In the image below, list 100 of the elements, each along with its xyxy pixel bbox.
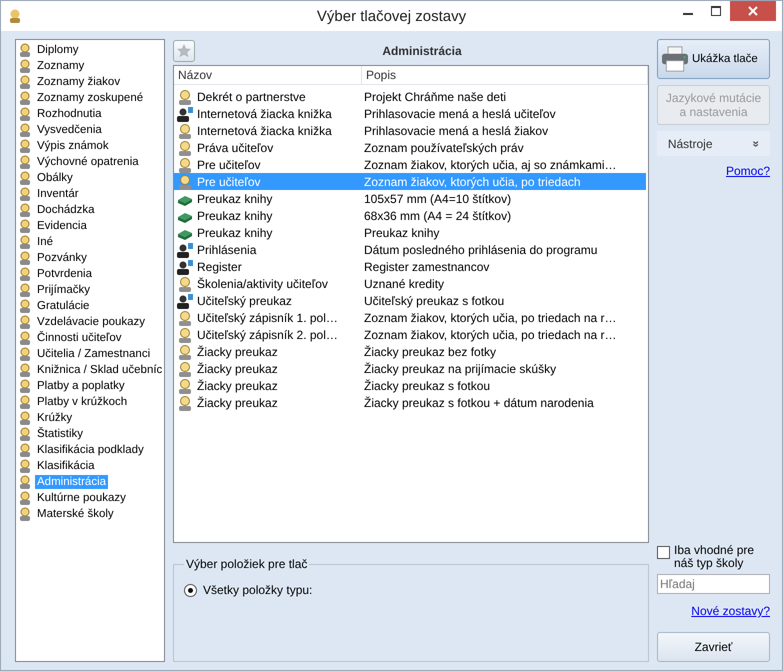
category-item[interactable]: Iné (18, 234, 164, 250)
maximize-icon[interactable] (711, 6, 721, 16)
report-description: Žiacky preukaz na prijímacie skúšky (364, 362, 556, 376)
report-row[interactable]: Preukaz knihy 68x36 mm (A4 = 24 štítkov) (174, 207, 646, 224)
person-icon (177, 326, 193, 342)
category-item[interactable]: Platby v krúžkoch (18, 394, 164, 410)
checkbox[interactable] (657, 546, 670, 559)
report-description: Žiacky preukaz bez fotky (364, 344, 496, 358)
report-description: Žiacky preukaz s fotkou + dátum narodenia (364, 396, 594, 410)
column-header[interactable]: Popis (362, 66, 648, 84)
category-item[interactable]: Klasifikácia (18, 458, 164, 474)
category-item[interactable]: Zoznamy žiakov (18, 74, 164, 90)
report-row[interactable]: Žiacky preukaz Žiacky preukaz na prijímacie skúšky (174, 360, 646, 377)
print-preview-button[interactable]: Ukážka tlače (657, 39, 770, 79)
report-name: Učiteľský zápisník 1. pol… (197, 310, 338, 324)
person-icon (177, 140, 193, 156)
category-item[interactable]: Diplomy (18, 42, 164, 58)
report-name: Žiacky preukaz (197, 396, 278, 410)
category-item[interactable]: Krúžky (18, 410, 164, 426)
radio-label: Všetky položky typu: (203, 583, 312, 597)
radio-button[interactable] (184, 584, 197, 596)
report-row[interactable]: Žiacky preukaz Žiacky preukaz s fotkou + dátum narodenia (174, 394, 646, 411)
category-item[interactable]: Platby a poplatky (18, 378, 164, 394)
category-item[interactable]: Zoznamy (18, 58, 164, 74)
category-item[interactable]: Štatistiky (18, 426, 164, 442)
report-name: Žiacky preukaz (197, 344, 278, 358)
new-reports-link[interactable]: Nové zostavy? (691, 604, 770, 618)
report-row[interactable]: Žiacky preukaz Žiacky preukaz bez fotky (174, 343, 646, 360)
category-item[interactable]: Prijímačky (18, 282, 164, 298)
report-name: Prihlásenia (197, 242, 256, 256)
person-icon (18, 123, 32, 137)
printer-icon (661, 46, 689, 72)
report-description: Zoznam používateľských práv (364, 140, 524, 154)
report-row[interactable]: Učiteľský zápisník 1. pol… Zoznam žiakov, ktorých učia, po triedach na r… (174, 309, 646, 326)
person-icon (18, 267, 32, 281)
category-item[interactable]: Rozhodnutia (18, 106, 164, 122)
report-row[interactable]: Dekrét o partnerstve Projekt Chráňme naše deti (174, 88, 646, 105)
report-row[interactable]: Internetová žiacka knižka Prihlasovacie mená a heslá žiakov (174, 122, 646, 139)
search-field[interactable]: Hľadaj (657, 574, 770, 594)
column-header[interactable]: Názov (174, 66, 362, 84)
report-row[interactable]: Preukaz knihy Preukaz knihy (174, 224, 646, 241)
person-icon (18, 491, 32, 505)
report-name: Preukaz knihy (197, 208, 272, 222)
person-icon (18, 475, 32, 489)
report-row[interactable]: Internetová žiacka knižka Prihlasovacie mená a heslá učiteľov (174, 105, 646, 122)
report-description: Prihlasovacie mená a heslá učiteľov (364, 106, 556, 120)
report-row[interactable]: Prihlásenia Dátum posledného prihlásenia do programu (174, 241, 646, 258)
category-item[interactable]: Inventár (18, 186, 164, 202)
app-icon (7, 8, 23, 24)
report-name: Pre učiteľov (197, 174, 261, 188)
report-row[interactable]: Pre učiteľov Zoznam žiakov, ktorých učia, aj so známkami… (174, 156, 646, 173)
close-dialog-button[interactable]: Zavrieť (657, 632, 770, 662)
person-icon (177, 156, 193, 172)
person-icon (18, 91, 32, 105)
close-button[interactable] (730, 1, 776, 21)
category-item[interactable]: Zoznamy zoskupené (18, 90, 164, 106)
report-row[interactable]: Žiacky preukaz Žiacky preukaz s fotkou (174, 377, 646, 394)
person-icon (177, 122, 193, 138)
person-icon (18, 251, 32, 265)
report-description: 68x36 mm (A4 = 24 štítkov) (364, 208, 512, 222)
person-icon (18, 459, 32, 473)
category-item[interactable]: Činnosti učiteľov (18, 330, 164, 346)
report-row[interactable]: Preukaz knihy 105x57 mm (A4=10 štítkov) (174, 190, 646, 207)
person-icon (18, 155, 32, 169)
person-icon (18, 171, 32, 185)
report-description: Preukaz knihy (364, 226, 440, 240)
category-item[interactable]: Výpis známok (18, 138, 164, 154)
category-item[interactable]: Knižnica / Sklad učebníc (18, 362, 164, 378)
category-item[interactable]: Učitelia / Zamestnanci (18, 346, 164, 362)
category-item[interactable]: Materské školy (18, 506, 164, 522)
checkbox-label: Iba vhodné pre náš typ školy (674, 544, 756, 570)
category-item[interactable]: Klasifikácia podklady (18, 442, 164, 458)
report-row[interactable]: Učiteľský zápisník 2. pol… Zoznam žiakov, ktorých učia, po triedach na r… (174, 326, 646, 343)
help-link[interactable]: Pomoc? (726, 164, 770, 178)
report-row[interactable]: Školenia/aktivity učiteľov Uznané kredity (174, 275, 646, 292)
category-item[interactable]: Gratulácie (18, 298, 164, 314)
person-icon (18, 187, 32, 201)
category-item[interactable]: Vysvedčenia (18, 122, 164, 138)
report-description: Zoznam žiakov, ktorých učia, po triedach (364, 174, 581, 188)
person-icon (18, 395, 32, 409)
category-item[interactable]: Potvrdenia (18, 266, 164, 282)
report-row[interactable]: Práva učiteľov Zoznam používateľských práv (174, 139, 646, 156)
category-item[interactable]: Vzdelávacie poukazy (18, 314, 164, 330)
category-item[interactable]: Kultúrne poukazy (18, 490, 164, 506)
category-item[interactable]: Dochádzka (18, 202, 164, 218)
report-row[interactable]: Učiteľský preukaz Učiteľský preukaz s fotkou (174, 292, 646, 309)
report-name: Preukaz knihy (197, 192, 272, 206)
report-row[interactable]: Register Register zamestnancov (174, 258, 646, 275)
category-item[interactable]: Pozvánky (18, 250, 164, 266)
person-icon (177, 276, 193, 292)
report-name: Internetová žiacka knižka (197, 124, 332, 138)
category-item[interactable]: Výchovné opatrenia (18, 154, 164, 170)
category-item[interactable]: Obálky (18, 170, 164, 186)
person-icon (18, 411, 32, 425)
report-description: Projekt Chráňme naše deti (364, 90, 506, 104)
category-item[interactable]: Evidencia (18, 218, 164, 234)
person-icon (18, 315, 32, 329)
person-icon (177, 88, 193, 104)
close-icon (748, 6, 758, 16)
tools-toggle[interactable]: Nástroje » (657, 131, 770, 156)
